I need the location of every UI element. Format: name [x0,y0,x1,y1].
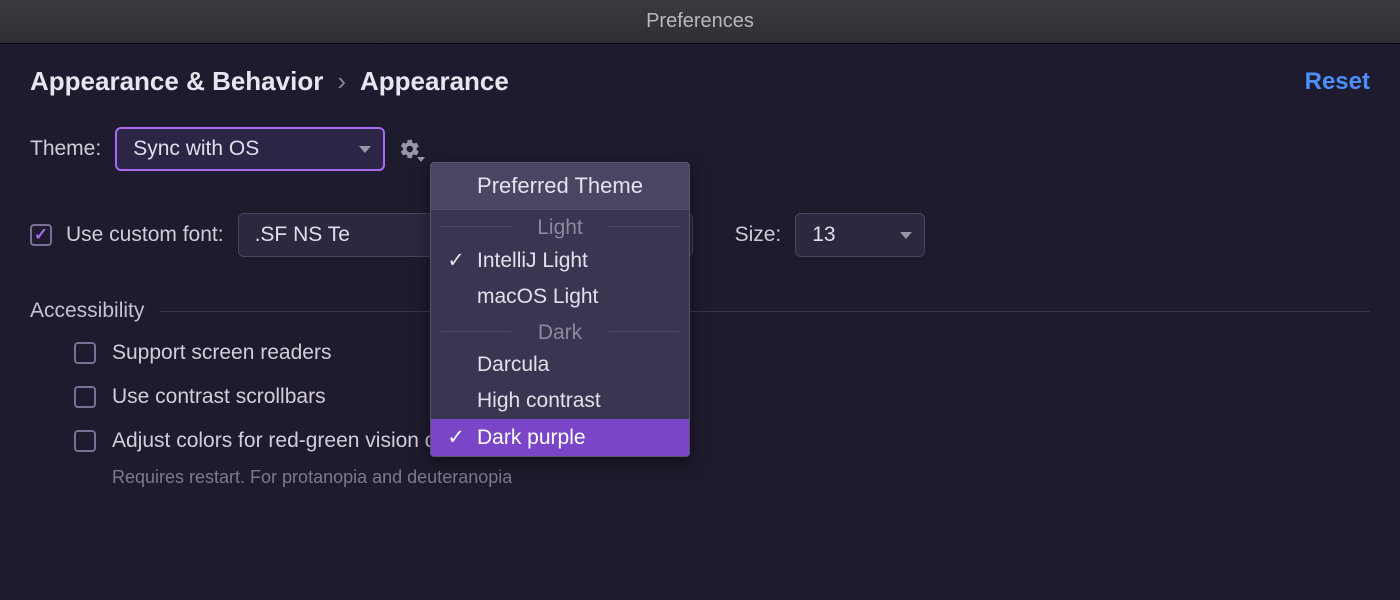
reset-link[interactable]: Reset [1305,68,1370,96]
color-deficiency-row: Adjust colors for red-green vision defic… [74,429,1370,453]
theme-settings-button[interactable] [399,138,421,160]
theme-label: Theme: [30,137,101,161]
use-custom-font-label: Use custom font: [66,223,224,247]
chevron-down-icon [900,232,912,239]
font-size-dropdown[interactable]: 13 [795,213,925,257]
theme-option-label: IntelliJ Light [477,249,588,273]
theme-dropdown-value: Sync with OS [133,137,259,161]
accessibility-header-label: Accessibility [30,299,144,323]
font-row: Use custom font: .SF NS Te Size: 13 [30,213,1370,257]
accessibility-section-header: Accessibility [30,299,1370,323]
breadcrumb: Appearance & Behavior › Appearance [30,66,509,97]
theme-dropdown[interactable]: Sync with OS [115,127,385,171]
font-family-value: .SF NS Te [255,223,350,247]
color-deficiency-checkbox[interactable] [74,430,96,452]
theme-option-label: Dark purple [477,426,586,450]
contrast-scrollbars-row: Use contrast scrollbars [74,385,1370,409]
popup-group-dark: Dark [431,315,689,347]
chevron-down-icon [417,157,425,162]
chevron-down-icon [359,146,371,153]
theme-row: Theme: Sync with OS [30,127,1370,171]
theme-option-label: Darcula [477,353,549,377]
use-custom-font-checkbox[interactable] [30,224,52,246]
font-size-label: Size: [735,223,782,247]
window-title: Preferences [646,10,754,33]
breadcrumb-page: Appearance [360,66,509,97]
preferred-theme-popup: Preferred Theme Light ✓ IntelliJ Light m… [430,162,690,457]
screen-readers-row: Support screen readers [74,341,1370,365]
theme-option-intellij-light[interactable]: ✓ IntelliJ Light [431,242,689,279]
theme-option-macos-light[interactable]: macOS Light [431,279,689,315]
theme-option-label: macOS Light [477,285,598,309]
preferences-content: Appearance & Behavior › Appearance Reset… [0,44,1400,510]
check-icon: ✓ [445,248,467,273]
theme-option-darcula[interactable]: Darcula [431,347,689,383]
popup-group-light: Light [431,210,689,242]
theme-option-dark-purple[interactable]: ✓ Dark purple [431,419,689,456]
font-size-value: 13 [812,223,835,247]
theme-option-label: High contrast [477,389,601,413]
color-deficiency-hint: Requires restart. For protanopia and deu… [112,467,1370,488]
breadcrumb-row: Appearance & Behavior › Appearance Reset [30,66,1370,97]
theme-option-high-contrast[interactable]: High contrast [431,383,689,419]
screen-readers-label: Support screen readers [112,341,331,365]
check-icon: ✓ [445,425,467,450]
window-titlebar: Preferences [0,0,1400,44]
popup-title: Preferred Theme [431,163,689,210]
contrast-scrollbars-label: Use contrast scrollbars [112,385,326,409]
contrast-scrollbars-checkbox[interactable] [74,386,96,408]
breadcrumb-group[interactable]: Appearance & Behavior [30,66,323,97]
screen-readers-checkbox[interactable] [74,342,96,364]
breadcrumb-separator: › [337,66,346,97]
section-divider [160,311,1370,312]
